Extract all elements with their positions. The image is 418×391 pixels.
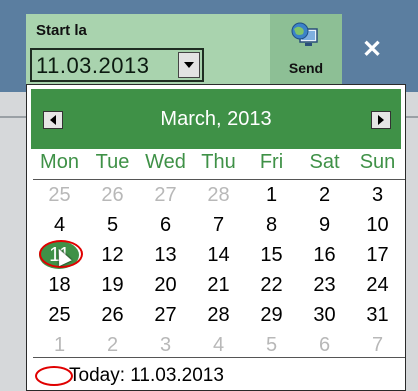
day-cell[interactable]: 16 <box>298 244 351 267</box>
day-cell[interactable]: 1 <box>245 184 298 207</box>
day-cell[interactable]: 12 <box>86 244 139 267</box>
day-cell[interactable]: 3 <box>139 334 192 357</box>
calendar-week-row: 11 12 13 14 15 16 17 <box>33 239 405 270</box>
day-cell[interactable]: 26 <box>86 184 139 207</box>
day-cell[interactable]: 5 <box>86 214 139 237</box>
day-cell[interactable]: 6 <box>139 214 192 237</box>
day-cell[interactable]: 8 <box>245 214 298 237</box>
weekday-label: Wed <box>145 151 186 173</box>
day-cell[interactable]: 4 <box>192 334 245 357</box>
today-text[interactable]: Today: 11.03.2013 <box>69 365 224 387</box>
date-combobox[interactable]: 11.03.2013 <box>30 48 204 82</box>
weekday-label: Fri <box>259 151 284 173</box>
calendar-week-row: 25 26 27 28 29 30 31 <box>33 300 405 330</box>
day-cell[interactable]: 27 <box>139 304 192 327</box>
weekday-label: Tue <box>95 151 130 173</box>
weekday-label: Mon <box>40 151 79 173</box>
calendar-week-row: 18 19 20 21 22 23 24 <box>33 270 405 300</box>
day-cell[interactable]: 19 <box>86 274 139 297</box>
day-cell[interactable]: 17 <box>351 244 404 267</box>
selected-day-cell[interactable]: 11 <box>33 239 86 269</box>
day-cell[interactable]: 3 <box>351 184 404 207</box>
calendar-header: March, 2013 <box>31 89 401 149</box>
day-cell[interactable]: 25 <box>33 304 86 327</box>
today-link[interactable]: Today: 11.03.2013 <box>35 363 224 389</box>
day-cell[interactable]: 5 <box>245 334 298 357</box>
weekday-label: Sat <box>309 151 340 173</box>
divider <box>33 357 405 358</box>
day-cell[interactable]: 7 <box>351 334 404 357</box>
day-cell[interactable]: 18 <box>33 274 86 297</box>
day-cell[interactable]: 1 <box>33 334 86 357</box>
annotation-oval <box>35 366 73 386</box>
day-cell[interactable]: 13 <box>139 244 192 267</box>
day-cell[interactable]: 23 <box>298 274 351 297</box>
weekday-label: Sun <box>359 151 396 173</box>
start-label: Start la <box>36 22 87 39</box>
close-button[interactable]: ✕ <box>342 14 402 84</box>
calendar-week-row: 4 5 6 7 8 9 10 <box>33 210 405 240</box>
chevron-down-icon <box>184 62 194 68</box>
day-cell[interactable]: 28 <box>192 184 245 207</box>
day-cell[interactable]: 30 <box>298 304 351 327</box>
calendar-week-row: 1234567 <box>33 330 405 360</box>
background-panel <box>0 92 26 391</box>
send-label[interactable]: Send <box>270 60 342 76</box>
day-cell[interactable]: 24 <box>351 274 404 297</box>
day-cell[interactable]: 22 <box>245 274 298 297</box>
calendar-week-row: 25 26 27 28 1 2 3 <box>33 180 405 210</box>
day-cell[interactable]: 28 <box>192 304 245 327</box>
next-month-button[interactable] <box>371 111 391 129</box>
day-cell[interactable]: 20 <box>139 274 192 297</box>
date-value[interactable]: 11.03.2013 <box>36 53 149 79</box>
divider <box>0 116 26 118</box>
background-panel <box>406 92 418 391</box>
dropdown-button[interactable] <box>178 52 200 78</box>
day-cell[interactable]: 27 <box>139 184 192 207</box>
day-cell[interactable]: 7 <box>192 214 245 237</box>
arrow-right-icon <box>378 115 384 125</box>
day-cell[interactable]: 25 <box>33 184 86 207</box>
day-cell[interactable]: 26 <box>86 304 139 327</box>
day-cell[interactable]: 9 <box>298 214 351 237</box>
day-cell[interactable]: 10 <box>351 214 404 237</box>
day-cell[interactable]: 21 <box>192 274 245 297</box>
day-cell[interactable]: 14 <box>192 244 245 267</box>
day-cell[interactable]: 6 <box>298 334 351 357</box>
weekday-label: Thu <box>201 151 236 173</box>
day-cell[interactable]: 2 <box>298 184 351 207</box>
calendar-dropdown: March, 2013 Mon Tue Wed Thu Fri Sat Sun … <box>26 84 406 391</box>
day-cell[interactable]: 29 <box>245 304 298 327</box>
day-cell[interactable]: 15 <box>245 244 298 267</box>
weekday-header: Mon Tue Wed Thu Fri Sat Sun <box>33 151 405 179</box>
day-cell[interactable]: 2 <box>86 334 139 357</box>
day-cell[interactable]: 31 <box>351 304 404 327</box>
month-title: March, 2013 <box>160 108 272 130</box>
globe-monitor-icon[interactable] <box>290 20 320 50</box>
day-grid: 25 26 27 28 1 2 3 4 5 6 7 8 9 10 11 12 13 14 15 16 17 18 19 20 2… <box>33 179 405 360</box>
divider <box>406 116 418 118</box>
day-cell[interactable]: 4 <box>33 214 86 237</box>
